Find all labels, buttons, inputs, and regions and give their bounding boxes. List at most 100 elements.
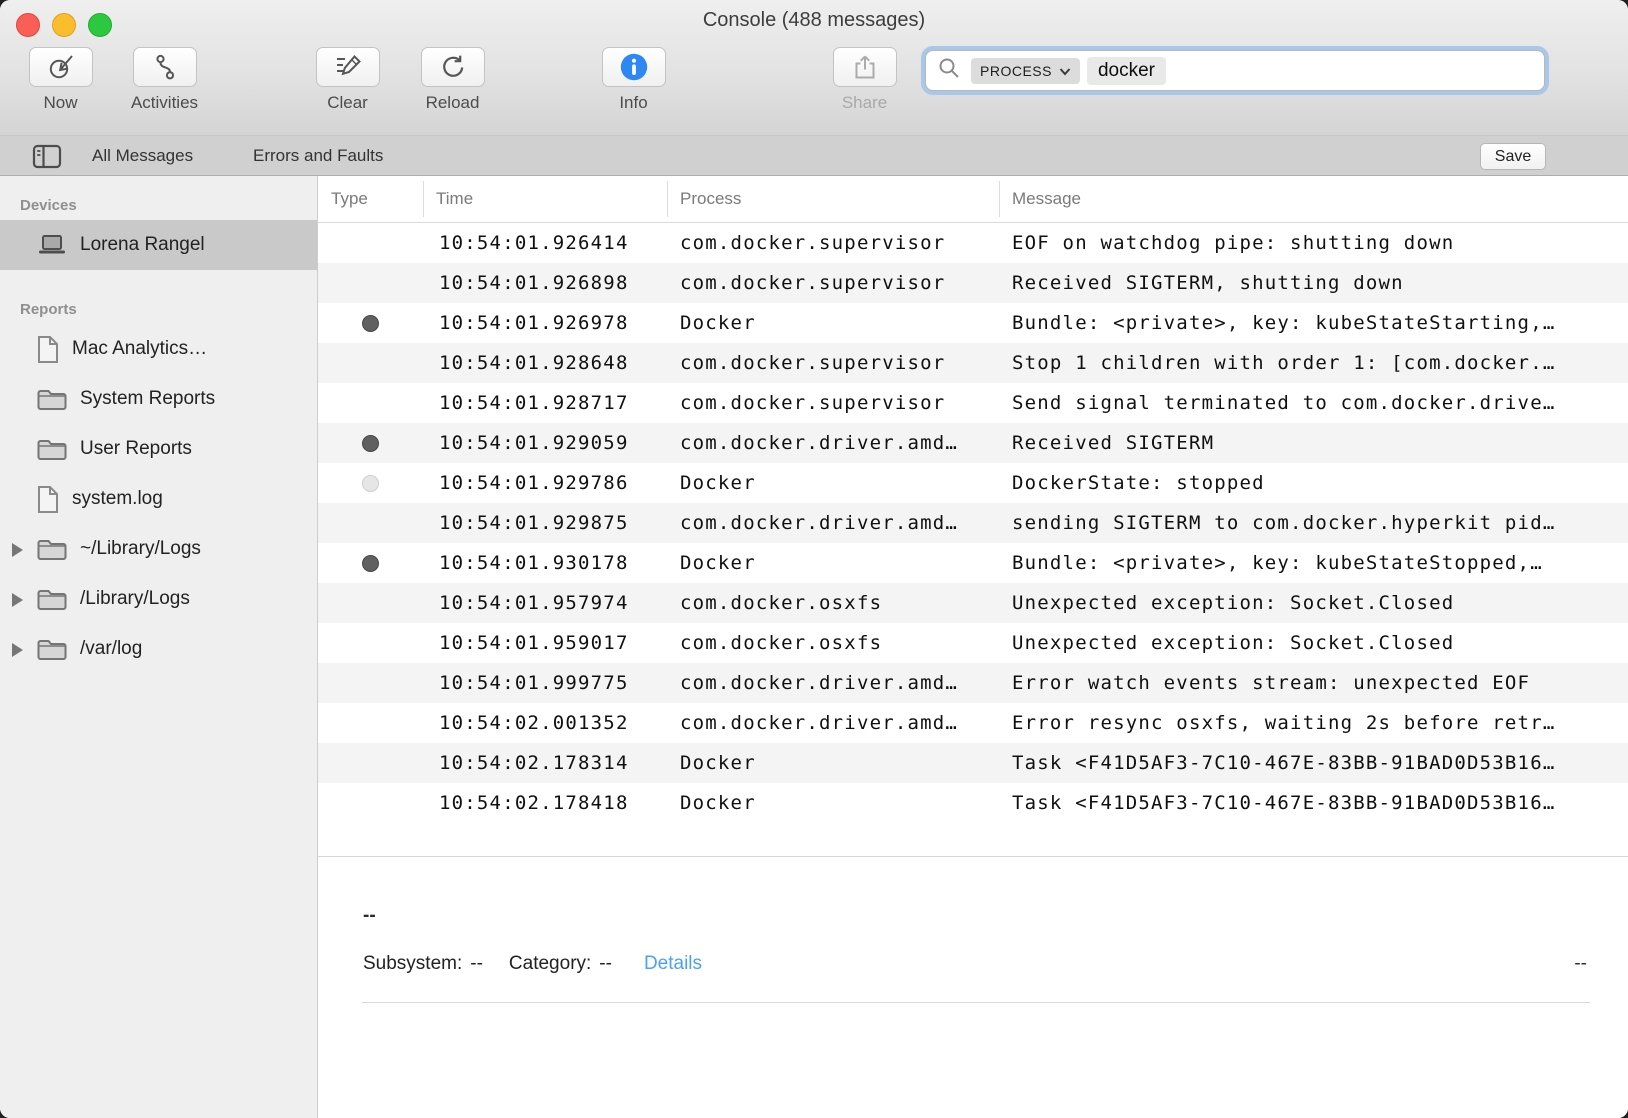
table-row[interactable]: 10:54:01.926898com.docker.supervisorRece…	[318, 263, 1628, 303]
details-message: --	[363, 905, 1628, 927]
disclosure-triangle-icon[interactable]	[12, 643, 23, 657]
clear-button[interactable]: Clear	[305, 47, 390, 113]
details-link[interactable]: Details	[644, 953, 702, 975]
sidebar-item-library-logs[interactable]: ~/Library/Logs	[0, 524, 317, 574]
process-cell: Docker	[667, 792, 999, 814]
info-button[interactable]: Info	[591, 47, 676, 113]
message-cell: EOF on watchdog pipe: shutting down	[999, 232, 1628, 254]
table-row[interactable]: 10:54:02.001352com.docker.driver.amd…Err…	[318, 703, 1628, 743]
type-cell	[318, 503, 423, 543]
table-row[interactable]: 10:54:01.928717com.docker.supervisorSend…	[318, 383, 1628, 423]
info-label: Info	[591, 93, 676, 113]
time-cell: 10:54:01.930178	[423, 552, 667, 574]
sidebar-section-title-reports: Reports	[0, 296, 317, 324]
sidebar-toggle-button[interactable]	[32, 144, 62, 174]
table-row[interactable]: 10:54:01.926414com.docker.supervisorEOF …	[318, 223, 1628, 263]
message-cell: Bundle: <private>, key: kubeStateStopped…	[999, 552, 1628, 574]
info-circle-icon	[619, 52, 649, 82]
reload-circular-arrow-icon	[439, 53, 467, 81]
time-cell: 10:54:01.926898	[423, 272, 667, 294]
sidebar-item-lorena-rangel[interactable]: Lorena Rangel	[0, 220, 317, 270]
search-scope-dropdown[interactable]: PROCESS	[971, 58, 1080, 84]
tab-errors-and-faults[interactable]: Errors and Faults	[253, 136, 383, 175]
sidebar-item-library-logs[interactable]: /Library/Logs	[0, 574, 317, 624]
table-row[interactable]: 10:54:01.928648com.docker.supervisorStop…	[318, 343, 1628, 383]
sidebar-item-label: Lorena Rangel	[80, 234, 205, 256]
message-cell: Unexpected exception: Socket.Closed	[999, 632, 1628, 654]
jump-to-now-icon	[47, 53, 75, 81]
dark-activity-dot-icon	[362, 555, 379, 572]
sidebar-item-label: ~/Library/Logs	[80, 538, 201, 560]
activities-button[interactable]: Activities	[122, 47, 207, 113]
type-cell	[318, 663, 423, 703]
tab-all-messages[interactable]: All Messages	[92, 136, 193, 175]
now-button[interactable]: Now	[18, 47, 103, 113]
message-cell: sending SIGTERM to com.docker.hyperkit p…	[999, 512, 1628, 534]
clear-label: Clear	[305, 93, 390, 113]
type-cell	[318, 263, 423, 303]
disclosure-triangle-icon[interactable]	[12, 543, 23, 557]
disclosure-triangle-icon[interactable]	[12, 593, 23, 607]
document-icon	[36, 485, 60, 514]
column-header-time[interactable]: Time	[423, 176, 667, 222]
share-label: Share	[822, 93, 907, 113]
search-icon	[937, 56, 961, 85]
table-row[interactable]: 10:54:01.930178DockerBundle: <private>, …	[318, 543, 1628, 583]
table-row[interactable]: 10:54:01.959017com.docker.osxfsUnexpecte…	[318, 623, 1628, 663]
message-cell: Stop 1 children with order 1: [com.docke…	[999, 352, 1628, 374]
save-button[interactable]: Save	[1480, 143, 1546, 170]
process-cell: com.docker.osxfs	[667, 632, 999, 654]
type-cell	[318, 623, 423, 663]
table-row[interactable]: 10:54:02.178314DockerTask <F41D5AF3-7C10…	[318, 743, 1628, 783]
table-row[interactable]: 10:54:01.929875com.docker.driver.amd…sen…	[318, 503, 1628, 543]
search-input[interactable]: docker	[1087, 57, 1166, 85]
time-cell: 10:54:01.959017	[423, 632, 667, 654]
time-cell: 10:54:01.929875	[423, 512, 667, 534]
sidebar-section-title-devices: Devices	[0, 192, 317, 220]
window-chrome: Console (488 messages) Now	[0, 0, 1628, 136]
type-cell	[318, 343, 423, 383]
sidebar-item-system-reports[interactable]: System Reports	[0, 374, 317, 424]
reload-button[interactable]: Reload	[410, 47, 495, 113]
message-cell: Unexpected exception: Socket.Closed	[999, 592, 1628, 614]
message-cell: Received SIGTERM	[999, 432, 1628, 454]
table-row[interactable]: 10:54:02.178418DockerTask <F41D5AF3-7C10…	[318, 783, 1628, 823]
table-row[interactable]: 10:54:01.999775com.docker.driver.amd…Err…	[318, 663, 1628, 703]
sidebar-item-mac-analytics[interactable]: Mac Analytics…	[0, 324, 317, 374]
share-button[interactable]: Share	[822, 47, 907, 113]
column-header-type[interactable]: Type	[318, 176, 423, 222]
message-cell: Task <F41D5AF3-7C10-467E-83BB-91BAD0D53B…	[999, 792, 1628, 814]
sidebar-sections: Devices Lorena Rangel ReportsMac Analytics…	[0, 192, 317, 674]
sidebar-item-var-log[interactable]: /var/log	[0, 624, 317, 674]
type-cell	[318, 703, 423, 743]
dark-activity-dot-icon	[362, 435, 379, 452]
table-row[interactable]: 10:54:01.957974com.docker.osxfsUnexpecte…	[318, 583, 1628, 623]
reload-label: Reload	[410, 93, 495, 113]
process-cell: com.docker.supervisor	[667, 392, 999, 414]
type-cell	[318, 223, 423, 263]
message-cell: Bundle: <private>, key: kubeStateStartin…	[999, 312, 1628, 334]
process-cell: Docker	[667, 552, 999, 574]
process-cell: com.docker.supervisor	[667, 272, 999, 294]
window-title: Console (488 messages)	[0, 9, 1628, 32]
table-row[interactable]: 10:54:01.929059com.docker.driver.amd…Rec…	[318, 423, 1628, 463]
table-row[interactable]: 10:54:01.926978DockerBundle: <private>, …	[318, 303, 1628, 343]
search-scope-label: PROCESS	[980, 63, 1052, 79]
type-cell	[318, 743, 423, 783]
chevron-down-icon	[1059, 63, 1071, 79]
table-row[interactable]: 10:54:01.929786DockerDockerState: stoppe…	[318, 463, 1628, 503]
type-cell	[318, 303, 423, 343]
activities-path-icon	[151, 53, 179, 81]
process-cell: com.docker.driver.amd…	[667, 432, 999, 454]
search-field[interactable]: PROCESS docker	[925, 50, 1545, 91]
folder-icon	[36, 387, 68, 411]
sidebar-item-system-log[interactable]: system.log	[0, 474, 317, 524]
sidebar-item-user-reports[interactable]: User Reports	[0, 424, 317, 474]
dark-activity-dot-icon	[362, 315, 379, 332]
laptop-icon	[36, 233, 68, 257]
table-header-row: Type Time Process Message	[318, 176, 1628, 223]
column-header-message[interactable]: Message	[999, 176, 1628, 222]
column-header-process[interactable]: Process	[667, 176, 999, 222]
sidebar-item-label: User Reports	[80, 438, 192, 460]
folder-icon	[36, 537, 68, 561]
